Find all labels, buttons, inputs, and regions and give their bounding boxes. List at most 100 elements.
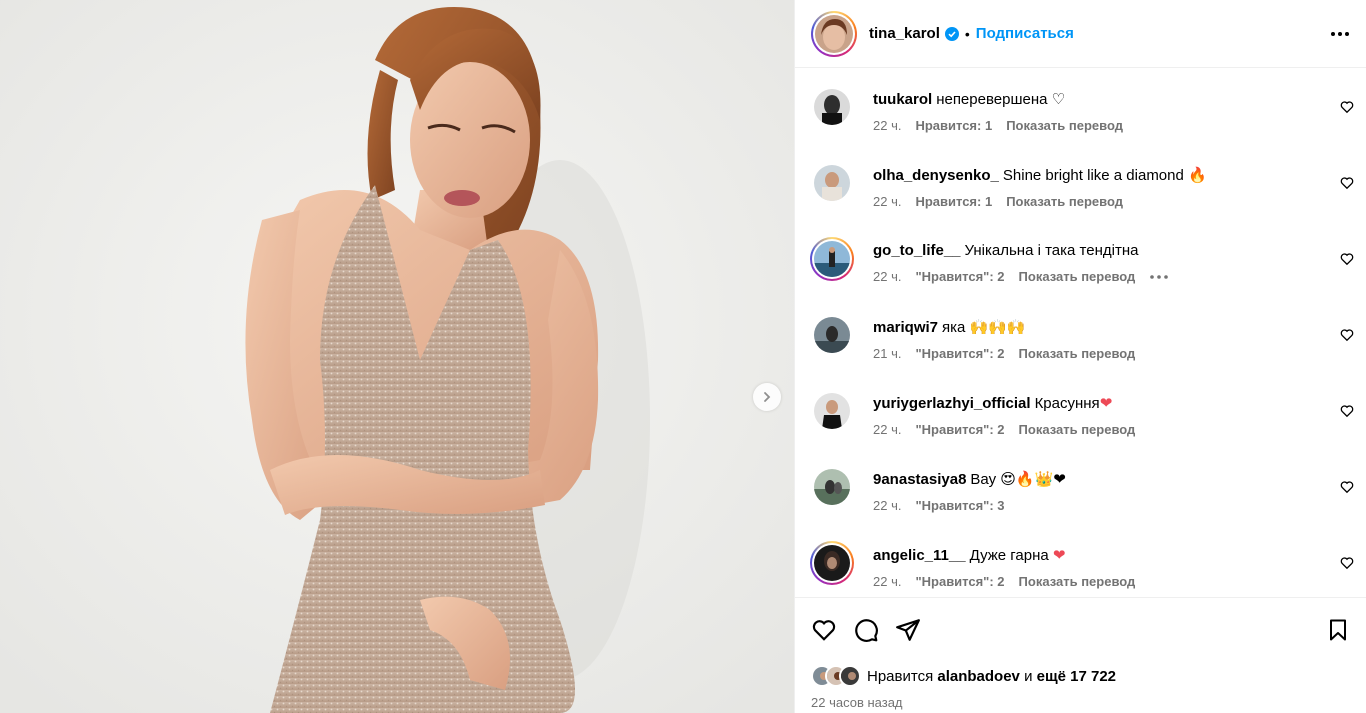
comment-username[interactable]: olha_denysenko_ — [873, 167, 999, 184]
author-username[interactable]: tina_karol — [869, 25, 940, 42]
comment-text: Shine bright like a diamond — [1002, 167, 1184, 184]
commenter-avatar[interactable] — [810, 541, 854, 585]
comment-text: яка — [942, 319, 966, 336]
next-photo-button[interactable] — [753, 383, 781, 411]
comment-time[interactable]: 22 ч. — [873, 118, 901, 133]
comment-username[interactable]: yuriygerlazhyi_official — [873, 395, 1031, 412]
comment-likes[interactable]: "Нравится": 2 — [915, 422, 1004, 437]
comment-likes[interactable]: "Нравится": 2 — [915, 269, 1004, 284]
heart-icon — [1340, 329, 1354, 342]
share-button[interactable] — [895, 617, 921, 643]
heart-icon — [1340, 253, 1354, 266]
commenter-avatar[interactable] — [810, 237, 854, 281]
commenter-avatar[interactable] — [811, 466, 853, 508]
comment-likes[interactable]: Нравится: 1 — [915, 118, 992, 133]
avatar-image — [815, 14, 853, 53]
post-view: tina_karol • Подписаться tuukarol непере… — [0, 0, 1366, 713]
comment-likes[interactable]: Нравится: 1 — [915, 194, 992, 209]
avatar-image — [814, 317, 850, 353]
comment-like-button[interactable] — [1340, 252, 1354, 271]
show-translation-link[interactable]: Показать перевод — [1019, 346, 1136, 361]
like-button[interactable] — [811, 617, 837, 643]
likers-avatars[interactable] — [811, 665, 861, 687]
comment-likes[interactable]: "Нравится": 3 — [915, 498, 1004, 513]
comment-bubble-icon — [855, 618, 878, 642]
comment-time[interactable]: 22 ч. — [873, 269, 901, 284]
comment-emoji: 🔥 — [1188, 166, 1207, 184]
comment-more-icon[interactable] — [1149, 274, 1169, 280]
bookmark-icon — [1330, 619, 1346, 640]
comments-list: tuukarol неперевершена ♡ 22 ч. Нравится: 1… — [795, 68, 1366, 597]
post-image — [0, 0, 794, 713]
show-translation-link[interactable]: Показать перевод — [1006, 194, 1123, 209]
comment-username[interactable]: go_to_life__ — [873, 242, 961, 259]
more-options-button[interactable] — [1330, 31, 1350, 37]
show-translation-link[interactable]: Показать перевод — [1006, 118, 1123, 133]
more-dots-icon — [1331, 31, 1349, 36]
comment-emoji: 😍🔥👑❤ — [1000, 470, 1066, 488]
likes-count[interactable]: ещё 17 722 — [1037, 668, 1116, 685]
comment-like-button[interactable] — [1340, 556, 1354, 575]
comment-like-button[interactable] — [1340, 328, 1354, 347]
avatar-image — [814, 241, 850, 277]
post-photo[interactable] — [0, 0, 794, 713]
show-translation-link[interactable]: Показать перевод — [1019, 422, 1136, 437]
comment-text: Дуже гарна — [969, 547, 1049, 564]
liker-username[interactable]: alanbadoev — [937, 668, 1020, 685]
avatar-image — [814, 545, 850, 581]
comment-time[interactable]: 22 ч. — [873, 194, 901, 209]
verified-badge-icon — [944, 26, 959, 41]
heart-icon — [1340, 405, 1354, 418]
comment-item: 9anastasiya8 Вау 😍🔥👑❤ 22 ч. "Нравится": 3 — [811, 466, 1354, 530]
save-button[interactable] — [1326, 617, 1350, 643]
comment-emoji: ❤ — [1052, 546, 1066, 564]
commenter-avatar[interactable] — [811, 162, 853, 204]
comment-username[interactable]: tuukarol — [873, 91, 932, 108]
comment-text: Красуння — [1034, 395, 1100, 412]
comment-like-button[interactable] — [1340, 176, 1354, 195]
heart-icon — [812, 619, 836, 641]
comment-time[interactable]: 22 ч. — [873, 422, 901, 437]
paper-plane-icon — [896, 618, 920, 641]
avatar-image — [814, 89, 850, 125]
commenter-story-ring — [810, 237, 854, 281]
comment-time[interactable]: 22 ч. — [873, 498, 901, 513]
comment-username[interactable]: mariqwi7 — [873, 319, 938, 336]
comment-username[interactable]: angelic_11__ — [873, 547, 966, 564]
author-avatar[interactable] — [811, 10, 857, 57]
avatar-image — [814, 469, 850, 505]
comment-time[interactable]: 21 ч. — [873, 346, 901, 361]
commenter-avatar[interactable] — [811, 314, 853, 356]
comment-item: olha_denysenko_ Shine bright like a diamo… — [811, 162, 1354, 226]
post-timestamp[interactable]: 22 часов назад — [795, 691, 1366, 713]
commenter-story-ring — [810, 541, 854, 585]
show-translation-link[interactable]: Показать перевод — [1019, 269, 1136, 284]
comment-button[interactable] — [853, 617, 879, 643]
comment-emoji: ❤ — [1099, 394, 1113, 412]
post-panel: tina_karol • Подписаться tuukarol непере… — [794, 0, 1366, 713]
comment-username[interactable]: 9anastasiya8 — [873, 471, 966, 488]
separator-dot: • — [964, 25, 970, 42]
comment-like-button[interactable] — [1340, 100, 1354, 119]
comment-text: Вау — [970, 471, 997, 488]
post-actions — [795, 597, 1366, 661]
avatar-image — [814, 393, 850, 429]
comment-time[interactable]: 22 ч. — [873, 574, 901, 589]
heart-icon — [1340, 557, 1354, 570]
comment-emoji: 🙌🙌🙌 — [969, 318, 1026, 336]
likes-conj: и — [1024, 667, 1033, 685]
avatar-image — [841, 667, 859, 685]
comment-like-button[interactable] — [1340, 480, 1354, 499]
comment-likes[interactable]: "Нравится": 2 — [915, 346, 1004, 361]
commenter-avatar[interactable] — [811, 390, 853, 432]
show-translation-link[interactable]: Показать перевод — [1019, 574, 1136, 589]
comment-item: tuukarol неперевершена ♡ 22 ч. Нравится: 1… — [811, 86, 1354, 150]
follow-button[interactable]: Подписаться — [976, 25, 1074, 42]
comment-like-button[interactable] — [1340, 404, 1354, 423]
comment-item: angelic_11__ Дуже гарна ❤ 22 ч. "Нравится"… — [810, 541, 1354, 597]
likes-prefix: Нравится — [867, 667, 934, 685]
commenter-avatar[interactable] — [811, 86, 853, 128]
comment-likes[interactable]: "Нравится": 2 — [915, 574, 1004, 589]
comment-item: go_to_life__ Унікальна і така тендітна 22… — [810, 237, 1354, 302]
likes-summary: Нравится alanbadoev и ещё 17 722 — [795, 661, 1366, 691]
